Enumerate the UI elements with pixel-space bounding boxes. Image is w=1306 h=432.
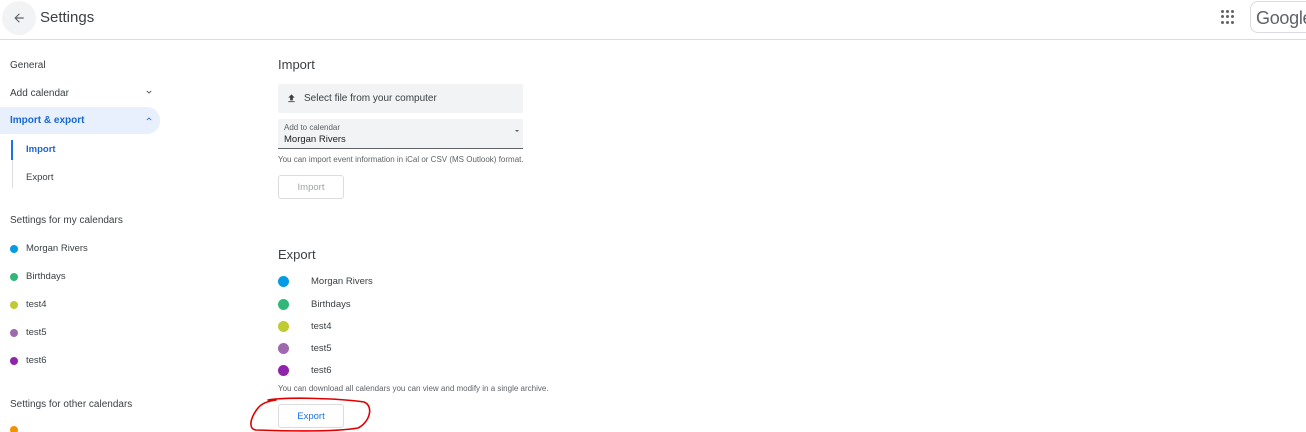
sidebar-subitem-export[interactable]: Export	[26, 172, 53, 183]
calendar-label: test6	[311, 365, 332, 376]
calendar-color-dot	[10, 272, 18, 281]
calendar-color-dot	[10, 356, 18, 365]
export-calendar-item: test5	[278, 343, 332, 354]
export-heading: Export	[278, 247, 316, 262]
calendar-label: test6	[26, 355, 47, 366]
other-calendars-heading: Settings for other calendars	[10, 399, 133, 410]
calendar-color-dot	[10, 300, 18, 309]
import-hint: You can import event information in iCal…	[278, 155, 524, 164]
sidebar-item-add-calendar[interactable]: Add calendar	[0, 80, 160, 106]
calendar-label: Morgan Rivers	[26, 243, 88, 254]
calendar-color-dot	[278, 321, 289, 332]
calendar-label: Birthdays	[311, 299, 351, 310]
account-button[interactable]: Google	[1250, 1, 1306, 33]
back-button[interactable]	[2, 1, 36, 35]
app-header: Settings Google	[0, 0, 1306, 40]
select-file-label: Select file from your computer	[304, 93, 437, 104]
export-calendar-item: Birthdays	[278, 299, 351, 310]
upload-icon	[288, 94, 295, 103]
sidebar-calendar-item[interactable]: test4	[10, 299, 47, 310]
calendar-label: Birthdays	[26, 271, 66, 282]
sidebar-subitem-import[interactable]: Import	[26, 144, 56, 155]
chevron-down-icon	[146, 90, 152, 94]
arrow-back-icon	[14, 13, 24, 23]
sidebar-calendar-item[interactable]: test6	[10, 355, 47, 366]
apps-grid-icon[interactable]	[1218, 7, 1238, 27]
select-label: Add to calendar	[284, 123, 341, 132]
google-logo: Google	[1256, 8, 1306, 28]
calendar-color-dot	[278, 276, 289, 287]
add-to-calendar-select[interactable]: Add to calendar Morgan Rivers	[278, 119, 523, 149]
calendar-label: test5	[26, 327, 47, 338]
calendar-color-dot	[278, 343, 289, 354]
my-calendars-heading: Settings for my calendars	[10, 215, 123, 226]
calendar-label: test5	[311, 343, 332, 354]
sidebar-item-label: General	[10, 59, 46, 71]
calendar-color-dot	[10, 328, 18, 337]
calendar-color-dot	[10, 244, 18, 253]
sidebar-calendar-item[interactable]: test5	[10, 327, 47, 338]
sidebar-calendar-item[interactable]: Morgan Rivers	[10, 243, 88, 254]
calendar-color-dot	[10, 426, 18, 432]
calendar-label: test4	[311, 321, 332, 332]
dropdown-arrow-icon	[515, 130, 519, 132]
page-title: Settings	[40, 9, 95, 26]
calendar-color-dot	[278, 299, 289, 310]
select-file-button[interactable]: Select file from your computer	[278, 84, 523, 113]
import-button[interactable]: Import	[278, 175, 344, 199]
sidebar-item-general[interactable]: General	[0, 52, 160, 78]
settings-sidebar: General Add calendar Import & export Imp…	[0, 40, 260, 432]
sidebar-calendar-item[interactable]	[10, 426, 26, 432]
export-calendar-item: test6	[278, 365, 332, 376]
export-hint: You can download all calendars you can v…	[278, 384, 549, 393]
import-heading: Import	[278, 57, 315, 72]
export-calendar-item: test4	[278, 321, 332, 332]
sidebar-item-label: Add calendar	[10, 87, 69, 99]
calendar-label: Morgan Rivers	[311, 276, 373, 287]
calendar-label: test4	[26, 299, 47, 310]
sidebar-item-import-export[interactable]: Import & export	[0, 107, 160, 134]
annotation-circle	[250, 397, 371, 432]
subnav-active-indicator	[11, 140, 13, 160]
select-value: Morgan Rivers	[284, 134, 346, 145]
export-calendar-item: Morgan Rivers	[278, 276, 373, 287]
sidebar-item-label: Import & export	[10, 115, 85, 126]
chevron-up-icon	[146, 117, 152, 121]
calendar-color-dot	[278, 365, 289, 376]
settings-main: Import Select file from your computer Ad…	[278, 40, 1278, 432]
sidebar-calendar-item[interactable]: Birthdays	[10, 271, 66, 282]
